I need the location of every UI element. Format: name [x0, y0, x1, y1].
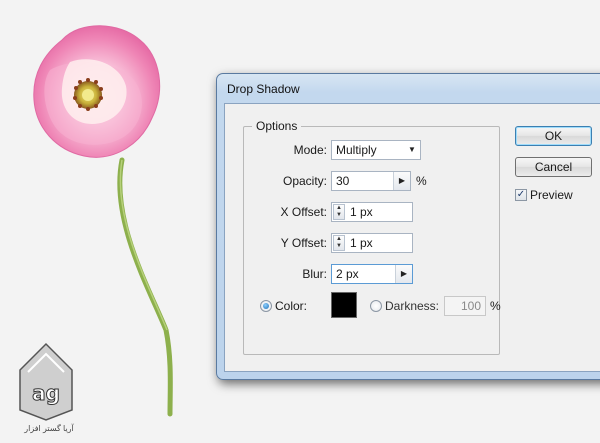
mode-label: Mode:	[293, 143, 327, 157]
opacity-label: Opacity:	[282, 174, 327, 188]
darkness-value: 100	[460, 299, 481, 313]
cancel-button[interactable]: Cancel	[515, 157, 592, 177]
darkness-label: Darkness:	[385, 299, 440, 313]
dialog-title: Drop Shadow	[227, 82, 300, 96]
options-group: Options Mode: Multiply ▼ Opacity: 30 ▶ %…	[243, 119, 501, 355]
opacity-unit: %	[416, 174, 427, 188]
options-group-label: Options	[252, 119, 302, 133]
ok-button[interactable]: OK	[515, 126, 592, 146]
y-offset-input[interactable]: ▲ ▼ 1 px	[331, 233, 413, 253]
chevron-down-icon[interactable]: ▼	[404, 141, 420, 159]
y-offset-value: 1 px	[350, 236, 373, 250]
drop-shadow-dialog: Drop Shadow Options Mode: Multiply ▼ Opa…	[216, 73, 600, 380]
mode-value: Multiply	[336, 143, 377, 157]
y-offset-label: Y Offset:	[280, 236, 327, 250]
blur-label: Blur:	[302, 267, 327, 281]
dialog-body: Options Mode: Multiply ▼ Opacity: 30 ▶ %…	[224, 103, 600, 372]
svg-text:ag: ag	[32, 381, 60, 405]
preview-label: Preview	[530, 188, 573, 202]
preview-checkbox[interactable]: ✓	[515, 189, 527, 201]
flower-head	[33, 25, 161, 158]
blur-input[interactable]: 2 px ▶	[331, 264, 413, 284]
y-offset-stepper-icon[interactable]: ▲ ▼	[333, 235, 345, 251]
x-offset-stepper-icon[interactable]: ▲ ▼	[333, 204, 345, 220]
shadow-color-swatch[interactable]	[331, 292, 357, 318]
opacity-slider-arrow-icon[interactable]: ▶	[393, 172, 410, 190]
darkness-input[interactable]: 100	[444, 296, 486, 316]
x-offset-input[interactable]: ▲ ▼ 1 px	[331, 202, 413, 222]
x-offset-label: X Offset:	[280, 205, 327, 219]
watermark-logo: ag	[19, 342, 73, 421]
color-label: Color:	[275, 299, 308, 313]
mode-dropdown[interactable]: Multiply ▼	[331, 140, 421, 160]
blur-slider-arrow-icon[interactable]: ▶	[395, 265, 412, 283]
darkness-unit: %	[490, 299, 501, 313]
flower-stem	[117, 157, 173, 417]
blur-value: 2 px	[336, 267, 359, 281]
darkness-radio[interactable]	[370, 300, 382, 312]
opacity-value: 30	[336, 174, 350, 188]
x-offset-value: 1 px	[350, 205, 373, 219]
watermark-caption: آریا گستر افزار	[24, 424, 74, 433]
opacity-input[interactable]: 30 ▶	[331, 171, 411, 191]
color-radio[interactable]	[260, 300, 272, 312]
